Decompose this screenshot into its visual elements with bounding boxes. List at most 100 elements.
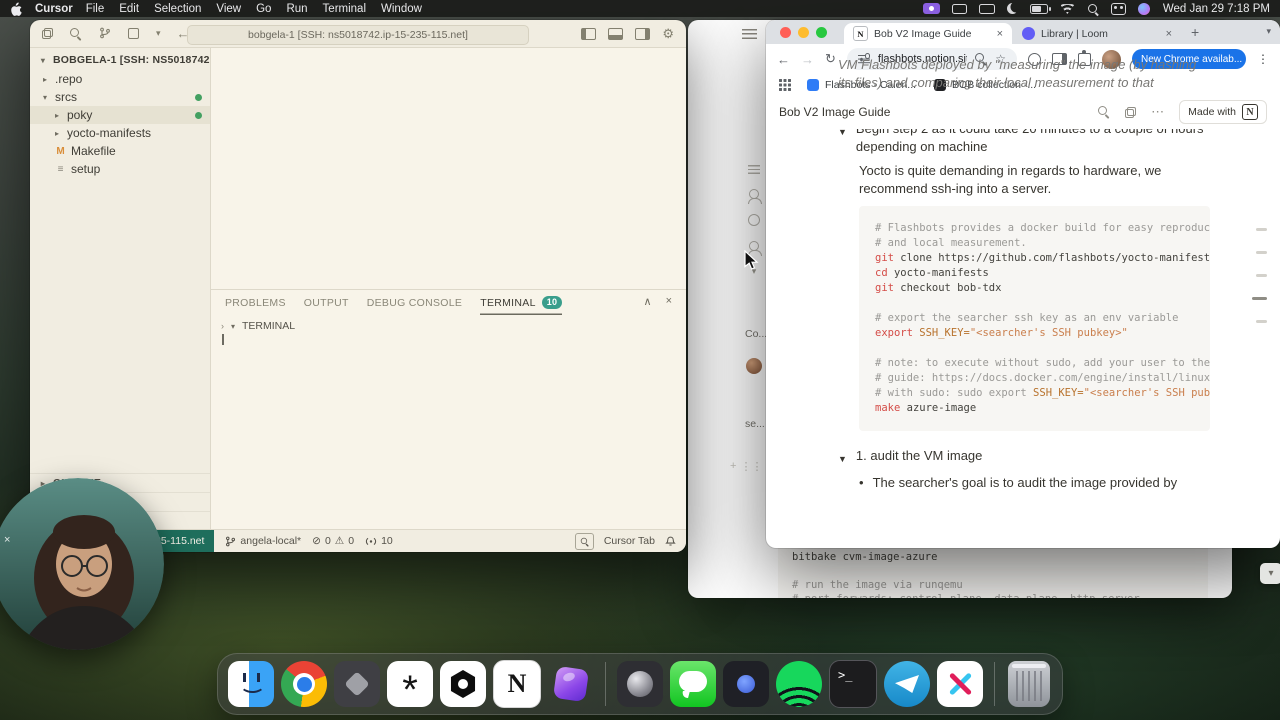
settings-gear-icon[interactable]: ⚙	[662, 26, 674, 42]
dock-recorder-app-icon[interactable]	[723, 661, 769, 707]
more-icon[interactable]: ⋯	[1151, 104, 1164, 120]
chevron-down-icon[interactable]: ▾	[156, 28, 161, 39]
panel-tab-debug-console[interactable]: DEBUG CONSOLE	[367, 290, 463, 315]
chevron-right-icon[interactable]: ›	[221, 321, 224, 331]
display-icon[interactable]	[951, 4, 967, 14]
focus-icon[interactable]	[1007, 3, 1018, 14]
webcam-close-icon[interactable]: ×	[4, 534, 10, 546]
extensions-icon[interactable]	[128, 28, 139, 39]
cursor-tab-toggle[interactable]: Cursor Tab	[604, 535, 655, 547]
spotlight-icon[interactable]	[1087, 3, 1099, 15]
maximize-panel-icon[interactable]: ∧	[644, 295, 652, 308]
menubar-menu-edit[interactable]: Edit	[119, 3, 139, 15]
search-icon[interactable]	[70, 27, 82, 40]
toc-dash[interactable]	[1256, 251, 1267, 254]
explorer-item-setup[interactable]: ≡ setup	[30, 160, 210, 178]
explorer-root-header[interactable]: ▾ BOBGELA-1 [SSH: NS5018742.IP-15-235-..…	[30, 48, 210, 70]
menubar-menu-selection[interactable]: Selection	[154, 3, 201, 15]
editor-area[interactable]	[211, 48, 686, 289]
source-control-icon[interactable]	[99, 25, 111, 43]
dock-spotify-icon[interactable]	[776, 661, 822, 707]
keyboard-icon[interactable]	[978, 4, 995, 14]
screen-zoom-icon[interactable]	[574, 532, 594, 550]
battery-icon[interactable]	[1029, 4, 1051, 14]
screen-recording-icon[interactable]	[922, 3, 940, 14]
code-block[interactable]: # Flashbots provides a docker build for …	[859, 206, 1210, 431]
dock-design-app-icon[interactable]	[548, 661, 594, 707]
menubar-app-name[interactable]: Cursor	[35, 3, 73, 15]
chrome-window[interactable]: N Bob V2 Image Guide × Library | Loom × + ▾ …	[766, 20, 1280, 548]
dock-terminal-icon[interactable]: >_	[829, 660, 877, 708]
toggle-triangle-icon[interactable]: ▼	[838, 450, 847, 468]
notifications-bell-icon[interactable]	[665, 535, 676, 547]
problems-indicator[interactable]: ⊘ 0 ⚠ 0	[312, 535, 354, 547]
dock-finder-icon[interactable]	[228, 661, 274, 707]
explorer-item-poky[interactable]: ▸ poky	[30, 106, 210, 124]
dock-notion-icon[interactable]: N	[493, 660, 541, 708]
drag-handle-icon[interactable]: ⋮⋮	[740, 460, 762, 473]
menubar-menu-file[interactable]: File	[86, 3, 105, 15]
menubar-menu-go[interactable]: Go	[256, 3, 271, 15]
dock-slack-icon[interactable]	[937, 661, 983, 707]
dock-telegram-icon[interactable]	[884, 661, 930, 707]
toc-dash[interactable]	[1252, 297, 1267, 300]
tab-close-icon[interactable]: ×	[1166, 28, 1172, 40]
panel-tab-output[interactable]: OUTPUT	[304, 290, 349, 315]
toggle-block[interactable]: ▼ 1. audit the VM image	[838, 447, 1210, 468]
collapse-chevron-button[interactable]: ▾	[1260, 563, 1280, 584]
panel-tab-label: PROBLEMS	[225, 296, 286, 309]
browser-tab[interactable]: Library | Loom ×	[1013, 23, 1181, 44]
apple-menu-icon[interactable]	[10, 1, 22, 16]
siri-icon[interactable]	[1137, 2, 1150, 15]
menubar-menu-view[interactable]: View	[216, 3, 241, 15]
close-window-button[interactable]	[780, 26, 791, 38]
toggle-primary-sidebar-icon[interactable]	[581, 27, 597, 40]
browser-tab[interactable]: N Bob V2 Image Guide ×	[844, 23, 1012, 44]
git-branch-indicator[interactable]: angela-local*	[225, 535, 301, 547]
zoom-window-button[interactable]	[816, 26, 827, 38]
menubar-clock[interactable]: Wed Jan 29 7:18 PM	[1163, 3, 1270, 15]
toc-dash[interactable]	[1256, 274, 1267, 277]
menubar-menu-terminal[interactable]: Terminal	[323, 3, 366, 15]
clock-icon[interactable]	[748, 214, 760, 226]
hamburger-menu-icon[interactable]	[742, 29, 757, 39]
ports-indicator[interactable]: 10	[365, 535, 393, 547]
dock-sphere-app-icon[interactable]	[617, 661, 663, 707]
toc-dash[interactable]	[1256, 320, 1267, 323]
control-center-icon[interactable]	[1110, 2, 1126, 15]
person-icon[interactable]	[748, 189, 762, 204]
table-of-contents-indicator[interactable]	[1250, 20, 1280, 548]
new-tab-button[interactable]: +	[1191, 24, 1199, 40]
dock-messages-icon[interactable]	[670, 661, 716, 707]
explorer-icon[interactable]	[42, 28, 53, 39]
list-icon[interactable]	[748, 165, 760, 174]
tab-close-icon[interactable]: ×	[997, 28, 1003, 40]
dock-asterisk-app-icon[interactable]: *	[387, 661, 433, 712]
explorer-item-.repo[interactable]: ▸ .repo	[30, 70, 210, 88]
explorer-item-srcs[interactable]: ▾ srcs	[30, 88, 210, 106]
search-icon[interactable]	[1098, 106, 1110, 118]
menubar-menu-run[interactable]: Run	[286, 3, 307, 15]
toggle-panel-icon[interactable]	[608, 27, 624, 40]
close-panel-icon[interactable]: ×	[666, 295, 672, 308]
explorer-item-yocto-manifests[interactable]: ▸ yocto-manifests	[30, 124, 210, 142]
webcam-overlay[interactable]: ×	[0, 478, 164, 650]
explorer-item-makefile[interactable]: M Makefile	[30, 142, 210, 160]
menubar-menu-window[interactable]: Window	[381, 3, 422, 15]
block-handle[interactable]: + ⋮⋮	[730, 460, 762, 473]
workspace-search-box[interactable]: bobgela-1 [SSH: ns5018742.ip-15-235-115.…	[187, 24, 529, 45]
dock-chatgpt-icon[interactable]	[440, 661, 486, 707]
panel-tab-problems[interactable]: PROBLEMS	[225, 290, 286, 315]
minimize-window-button[interactable]	[798, 26, 809, 38]
toggle-secondary-sidebar-icon[interactable]	[635, 27, 651, 40]
dock-chrome-icon[interactable]	[281, 661, 327, 707]
duplicate-icon[interactable]	[1125, 106, 1137, 118]
dock-dark-utility-icon[interactable]	[334, 661, 380, 707]
toc-dash[interactable]	[1256, 228, 1267, 231]
plus-icon[interactable]: +	[730, 460, 736, 473]
cursor-window[interactable]: ▾ ← → bobgela-1 [SSH: ns5018742.ip-15-23…	[30, 20, 686, 552]
wifi-icon[interactable]	[1059, 4, 1075, 14]
terminal-group-row[interactable]: › ▾ TERMINAL	[211, 315, 686, 334]
dock-trash-icon[interactable]	[1008, 661, 1050, 707]
panel-tab-terminal[interactable]: TERMINAL 10	[480, 290, 563, 315]
